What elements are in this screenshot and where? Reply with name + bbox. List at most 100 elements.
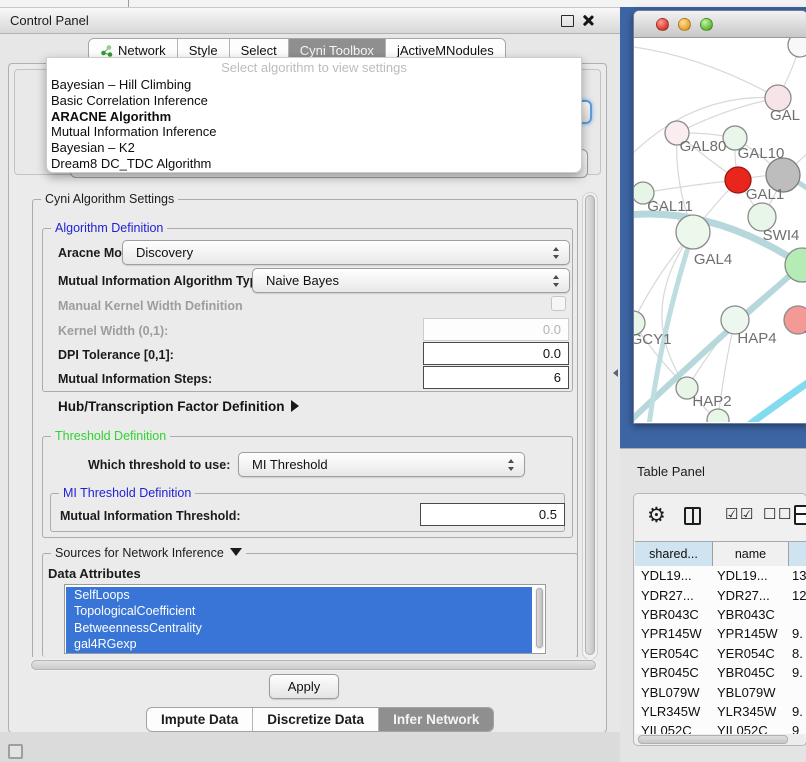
algorithm-option-mutual-information[interactable]: Mutual Information Inference (47, 124, 581, 140)
mi-threshold-field[interactable]: 0.5 (420, 503, 565, 526)
cell: YDL19... (713, 568, 789, 583)
mi-steps-label: Mutual Information Steps: (58, 372, 212, 386)
column-header-shared-name[interactable]: shared... (635, 542, 713, 566)
which-threshold-combo[interactable]: MI Threshold (238, 452, 525, 477)
algorithm-option-bayesian-hill-climbing[interactable]: Bayesian – Hill Climbing (47, 77, 581, 93)
cell: 9. (789, 665, 806, 680)
kernel-width-field[interactable]: 0.0 (423, 318, 569, 341)
control-panel-title: Control Panel (10, 13, 89, 28)
close-traffic-light-icon[interactable] (656, 18, 669, 31)
mi-type-combo[interactable]: Naive Bayes (252, 268, 570, 293)
hub-definition-toggle[interactable]: Hub/Transcription Factor Definition (58, 399, 299, 414)
table-row[interactable]: YPR145WYPR145W9. (635, 624, 806, 643)
hub-definition-label: Hub/Transcription Factor Definition (58, 399, 285, 414)
table-horizontal-scrollbar[interactable] (637, 734, 805, 745)
mi-steps-field[interactable]: 6 (423, 366, 569, 389)
list-vertical-scrollbar[interactable] (535, 587, 544, 650)
mi-steps-value: 6 (554, 370, 561, 385)
table-row[interactable]: YBL079WYBL079W (635, 682, 806, 701)
network-canvas[interactable]: GALGAL80GAL10GAL1GAL11SWI4GAL4GCY1HAP4YH… (634, 37, 806, 422)
which-threshold-label: Which threshold to use: (88, 458, 230, 472)
columns-icon[interactable] (684, 507, 701, 525)
column-header-cut[interactable] (789, 542, 806, 566)
cyni-algorithm-settings-title: Cyni Algorithm Settings (41, 192, 178, 206)
cell: YBR043C (635, 607, 713, 622)
table-row[interactable]: YER054CYER054C8. (635, 644, 806, 663)
split-pane-collapse-icon[interactable] (613, 369, 618, 377)
manual-kernel-checkbox[interactable] (551, 296, 566, 311)
dpi-tolerance-field[interactable]: 0.0 (423, 342, 569, 365)
cell: 8. (789, 646, 806, 661)
algorithm-option-bayesian-k2[interactable]: Bayesian – K2 (47, 140, 581, 156)
cyni-bottom-tabbar: Impute Data Discretize Data Infer Networ… (146, 707, 494, 732)
list-item[interactable]: TopologicalCoefficient (66, 603, 532, 619)
list-item[interactable]: gal4RGexp (66, 636, 532, 652)
mi-threshold-group-title: MI Threshold Definition (59, 486, 195, 500)
table-body: YDL19...YDL19...13 YDR27...YDR27...12 YB… (635, 566, 806, 734)
list-item[interactable]: SelfLoops (66, 587, 532, 603)
cell: YER054C (713, 646, 789, 661)
settings-vertical-scrollbar[interactable] (582, 192, 598, 660)
minimize-traffic-light-icon[interactable] (678, 18, 691, 31)
table-row[interactable]: YDR27...YDR27...12 (635, 585, 806, 604)
algorithm-option-aracne[interactable]: ARACNE Algorithm (47, 109, 581, 125)
table-row[interactable]: YLR345WYLR345W9. (635, 702, 806, 721)
control-panel-titlebar: Control Panel (0, 8, 620, 34)
column-header-name[interactable]: name (713, 542, 789, 566)
cell: YDR27... (635, 588, 713, 603)
algorithm-dropdown-popup: Select algorithm to view settings Bayesi… (46, 57, 582, 173)
aracne-mode-combo[interactable]: Discovery (122, 240, 570, 265)
cell: 9. (789, 704, 806, 719)
cell: 9 (789, 723, 806, 734)
svg-text:SWI4: SWI4 (763, 227, 800, 244)
cell: YBR045C (713, 665, 789, 680)
cell: YBL079W (635, 685, 713, 700)
mi-type-value: Naive Bayes (266, 273, 339, 288)
tab-jactivemnodules-label: jActiveMNodules (397, 43, 494, 58)
cell: YPR145W (635, 626, 713, 641)
threshold-definition-title: Threshold Definition (51, 429, 170, 443)
network-view-window[interactable]: GALGAL80GAL10GAL1GAL11SWI4GAL4GCY1HAP4YH… (633, 10, 806, 424)
svg-text:GAL80: GAL80 (680, 138, 727, 155)
bottom-strip (0, 732, 620, 762)
table-panel-area: Table Panel ⚙ ☑ ☑ ☐ ☐ shared... name YDL… (620, 448, 806, 762)
zoom-traffic-light-icon[interactable] (700, 18, 713, 31)
table-row[interactable]: YBR043CYBR043C (635, 605, 806, 624)
list-item[interactable]: BetweennessCentrality (66, 620, 532, 636)
apply-button[interactable]: Apply (269, 674, 339, 699)
algorithm-option-dream8[interactable]: Dream8 DC_TDC Algorithm (47, 156, 581, 172)
select-all-checkbox-icon[interactable]: ☑ (725, 505, 738, 523)
close-icon[interactable] (581, 14, 594, 27)
tab-infer-network[interactable]: Infer Network (379, 708, 493, 731)
table-header-row: shared... name (635, 541, 806, 567)
cell: YDL19... (635, 568, 713, 583)
algorithm-option-basic-correlation[interactable]: Basic Correlation Inference (47, 93, 581, 109)
tab-discretize-data[interactable]: Discretize Data (253, 708, 379, 731)
settings-horizontal-scrollbar[interactable] (30, 659, 598, 671)
tab-impute-data[interactable]: Impute Data (147, 708, 253, 731)
float-window-icon[interactable] (561, 15, 574, 27)
gear-icon[interactable]: ⚙ (647, 502, 666, 530)
table-row[interactable]: YIL052CYIL052C9 (635, 721, 806, 734)
deselect-all-checkbox-icon-2[interactable]: ☐ (778, 505, 791, 523)
network-window-titlebar[interactable] (634, 11, 806, 38)
svg-text:HAP4: HAP4 (737, 330, 776, 347)
data-attributes-list[interactable]: SelfLoops TopologicalCoefficient Between… (64, 584, 546, 654)
sources-group-title[interactable]: Sources for Network Inference (51, 546, 246, 560)
expanded-arrow-icon (230, 548, 242, 556)
select-all-checkbox-icon-2[interactable]: ☑ (740, 505, 753, 523)
cell: YIL052C (635, 723, 713, 734)
svg-text:GAL4: GAL4 (694, 251, 732, 268)
table-row[interactable]: YDL19...YDL19...13 (635, 566, 806, 585)
cell: 9. (789, 626, 806, 641)
deselect-all-checkbox-icon[interactable]: ☐ (763, 505, 776, 523)
svg-text:GCY1: GCY1 (634, 331, 671, 348)
svg-text:GAL11: GAL11 (647, 198, 693, 215)
mi-threshold-label: Mutual Information Threshold: (60, 509, 241, 523)
tab-infer-network-label: Infer Network (393, 712, 479, 727)
algorithm-definition-title: Algorithm Definition (51, 221, 167, 235)
table-row[interactable]: YBR045CYBR045C9. (635, 663, 806, 682)
tab-impute-data-label: Impute Data (161, 712, 238, 727)
dock-panel-button[interactable] (8, 744, 23, 759)
table-export-icon[interactable] (794, 505, 806, 525)
